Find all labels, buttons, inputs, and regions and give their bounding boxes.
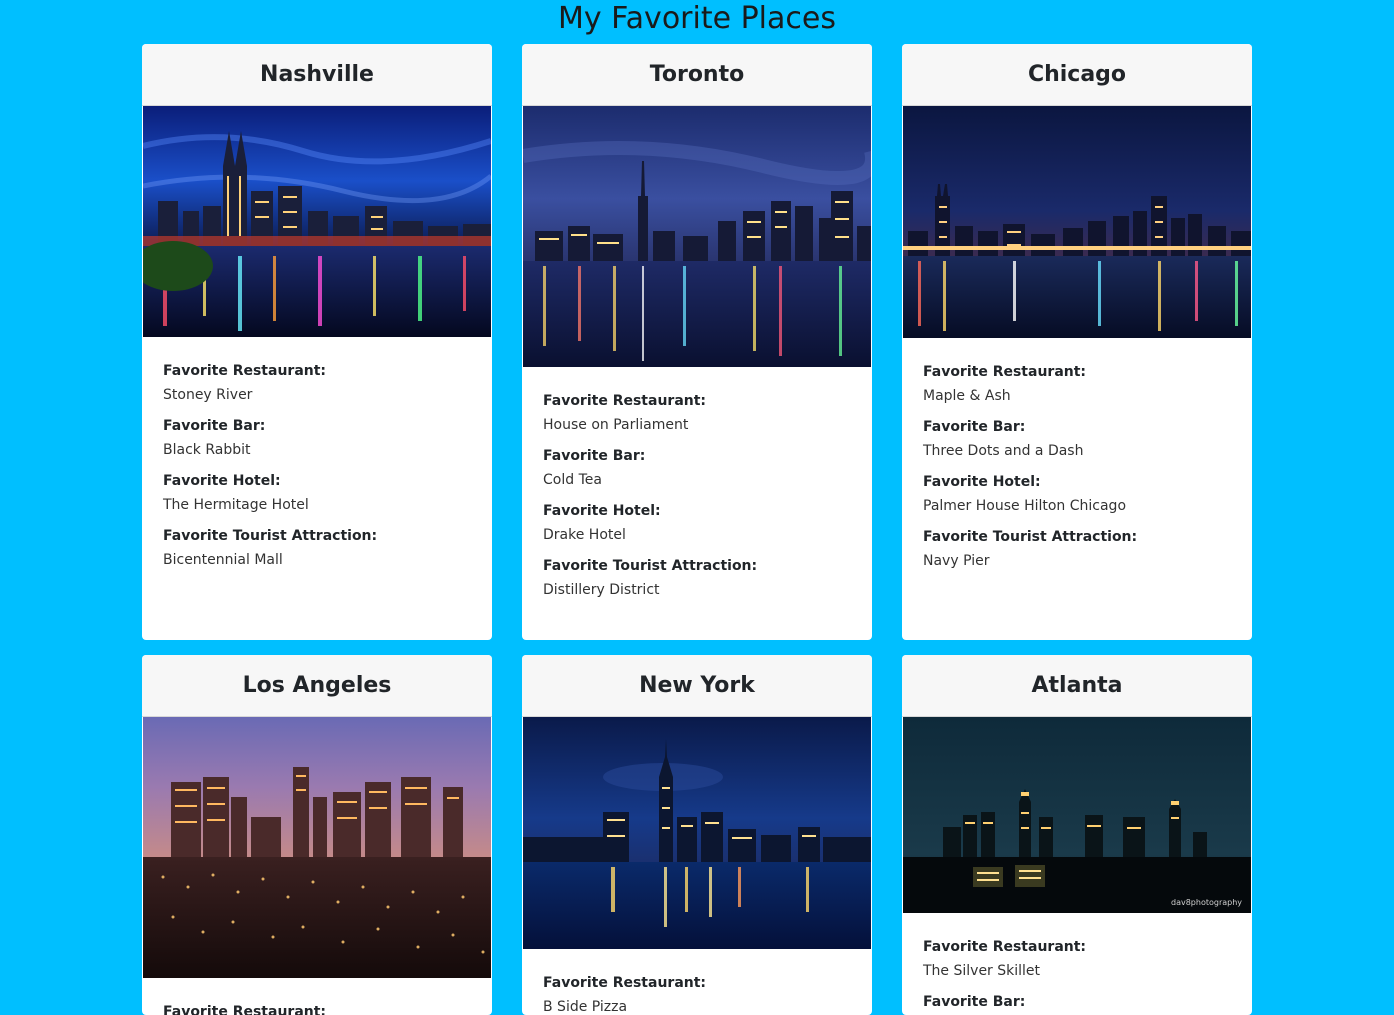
favorite-restaurant: Favorite Restaurant: The Silver Skillet (923, 935, 1232, 983)
field-value: B Side Pizza (543, 999, 628, 1015)
card-header: New York (522, 655, 872, 717)
favorite-restaurant: Favorite Restaurant: (163, 1000, 472, 1015)
favorite-bar: Favorite Bar: Three Dots and a Dash (923, 415, 1232, 463)
city-name: Toronto (649, 62, 745, 87)
field-value: Stoney River (163, 387, 253, 403)
field-value: Distillery District (543, 582, 660, 598)
city-name: Chicago (1027, 62, 1127, 87)
city-card-los-angeles: Los Angeles Favorite Restaurant: (142, 655, 492, 1015)
field-value: Cold Tea (543, 472, 602, 488)
card-body: Favorite Restaurant: (142, 978, 492, 1015)
field-label: Favorite Restaurant: (543, 975, 707, 991)
card-body: Favorite Restaurant: The Silver Skillet … (902, 913, 1252, 1015)
field-label: Favorite Restaurant: (923, 364, 1087, 380)
card-body: Favorite Restaurant: Maple & Ash Favorit… (902, 338, 1252, 600)
photo-watermark: dav8photography (1171, 898, 1242, 907)
field-value: The Hermitage Hotel (163, 497, 309, 513)
field-label: Favorite Bar: (923, 419, 1026, 435)
favorite-restaurant: Favorite Restaurant: Stoney River (163, 359, 472, 407)
field-label: Favorite Tourist Attraction: (543, 558, 758, 574)
favorite-hotel: Favorite Hotel: The Hermitage Hotel (163, 469, 472, 517)
city-card-toronto: Toronto Favorite Restaurant: House on Pa… (522, 44, 872, 640)
favorite-bar: Favorite Bar: (923, 990, 1232, 1014)
favorite-restaurant: Favorite Restaurant: B Side Pizza (543, 971, 852, 1015)
field-value: Drake Hotel (543, 527, 626, 543)
field-label: Favorite Hotel: (543, 503, 661, 519)
card-body: Favorite Restaurant: B Side Pizza (522, 949, 872, 1015)
field-value: Black Rabbit (163, 442, 251, 458)
field-label: Favorite Tourist Attraction: (923, 529, 1138, 545)
favorite-bar: Favorite Bar: Black Rabbit (163, 414, 472, 462)
field-value: Palmer House Hilton Chicago (923, 498, 1127, 514)
city-name: New York (639, 673, 755, 698)
field-label: Favorite Bar: (923, 994, 1026, 1010)
city-photo (143, 717, 491, 978)
field-value: House on Parliament (543, 417, 689, 433)
field-label: Favorite Bar: (163, 418, 266, 434)
favorite-hotel: Favorite Hotel: Palmer House Hilton Chic… (923, 470, 1232, 518)
card-header: Toronto (522, 44, 872, 106)
field-label: Favorite Restaurant: (163, 363, 327, 379)
field-label: Favorite Hotel: (923, 474, 1041, 490)
favorite-bar: Favorite Bar: Cold Tea (543, 444, 852, 492)
page-title: My Favorite Places (558, 1, 836, 36)
field-value: The Silver Skillet (923, 963, 1041, 979)
field-value: Navy Pier (923, 553, 990, 569)
city-photo (903, 106, 1251, 338)
card-header: Atlanta (902, 655, 1252, 717)
field-value: Three Dots and a Dash (923, 443, 1084, 459)
card-body: Favorite Restaurant: House on Parliament… (522, 367, 872, 629)
city-name: Nashville (260, 62, 374, 87)
favorite-restaurant: Favorite Restaurant: House on Parliament (543, 389, 852, 437)
city-photo (523, 717, 871, 949)
field-label: Favorite Bar: (543, 448, 646, 464)
favorite-attraction: Favorite Tourist Attraction: Bicentennia… (163, 524, 472, 572)
city-photo (143, 106, 491, 337)
card-header: Nashville (142, 44, 492, 106)
field-label: Favorite Restaurant: (163, 1004, 327, 1015)
city-photo (523, 106, 871, 367)
city-name: Atlanta (1031, 673, 1123, 698)
city-name: Los Angeles (242, 673, 392, 698)
field-label: Favorite Tourist Attraction: (163, 528, 378, 544)
field-label: Favorite Restaurant: (543, 393, 707, 409)
city-card-atlanta: Atlanta dav8photography Favorite Restaur… (902, 655, 1252, 1015)
favorite-hotel: Favorite Hotel: Drake Hotel (543, 499, 852, 547)
city-photo: dav8photography (903, 717, 1251, 913)
field-label: Favorite Restaurant: (923, 939, 1087, 955)
favorite-attraction: Favorite Tourist Attraction: Distillery … (543, 554, 852, 602)
card-header: Chicago (902, 44, 1252, 106)
city-card-nashville: Nashville Favorite Restaurant: Stoney Ri… (142, 44, 492, 640)
city-card-new-york: New York Favorite Restaurant: B Side Piz… (522, 655, 872, 1015)
field-value: Bicentennial Mall (163, 552, 283, 568)
field-label: Favorite Hotel: (163, 473, 281, 489)
favorite-restaurant: Favorite Restaurant: Maple & Ash (923, 360, 1232, 408)
field-value: Maple & Ash (923, 388, 1011, 404)
card-body: Favorite Restaurant: Stoney River Favori… (142, 337, 492, 599)
favorite-attraction: Favorite Tourist Attraction: Navy Pier (923, 525, 1232, 573)
city-card-chicago: Chicago Favorite Restaurant: Maple & Ash… (902, 44, 1252, 640)
card-header: Los Angeles (142, 655, 492, 717)
